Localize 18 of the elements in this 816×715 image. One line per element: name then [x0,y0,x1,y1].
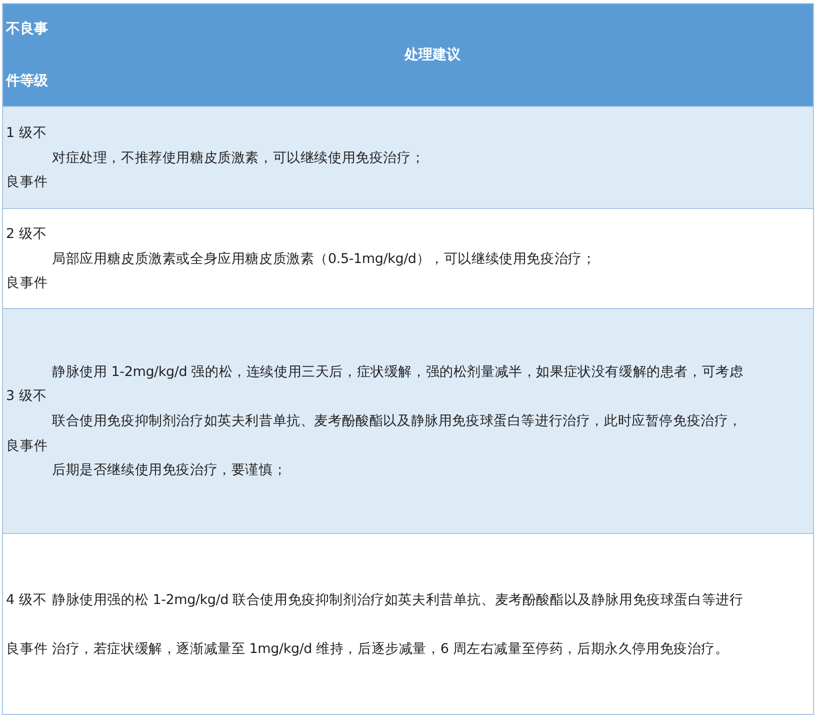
advice-text: 静脉使用 1-2mg/kg/d 强的松，连续使用三天后，症状缓解，强的松剂量减半，如果症状没有缓解的患者，可考虑 [52,362,744,381]
grade-text: 良事件 [5,436,49,455]
advice-text: 静脉使用强的松 1-2mg/kg/d 联合使用免疫抑制剂治疗如英夫利昔单抗、麦考酚酸酯以及静脉用免疫球蛋白等进行 [52,590,744,608]
grade-text: 良事件 [5,173,49,192]
column-heading: 不良事 [6,20,49,38]
grade-text: 4 级不 [5,590,48,608]
advice-text: 治疗，若症状缓解，逐渐减量至 1mg/kg/d 维持，后逐步减量，6 周左右减量至停药，后期永久停用免疫治疗。 [52,640,730,658]
grade-text: 良事件 [5,640,49,658]
grade-text: 良事件 [5,274,49,292]
advice-text: 对症处理，不推荐使用糖皮质激素，可以继续使用免疫治疗； [52,148,426,166]
grade-text: 3 级不 [5,387,48,406]
advice-text: 后期是否继续使用免疫治疗，要谨慎； [52,461,288,480]
advice-text: 局部应用糖皮质激素或全身应用糖皮质激素（0.5-1mg/kg/d），可以继续使用免疫治疗； [52,250,597,268]
grade-text: 1 级不 [5,124,48,142]
column-heading: 处理建议 [404,46,460,64]
grade-text: 2 级不 [5,224,48,243]
column-heading: 件等级 [6,72,49,90]
advice-text: 联合使用免疫抑制剂治疗如英夫利昔单抗、麦考酚酸酯以及静脉用免疫球蛋白等进行治疗，此时应暂停免疫治疗， [52,412,744,430]
